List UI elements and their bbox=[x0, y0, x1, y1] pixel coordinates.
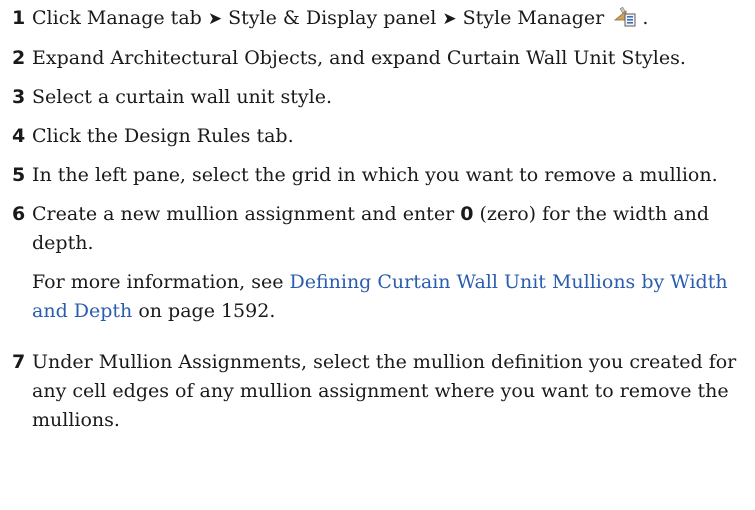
arrow-icon: ➤ bbox=[207, 9, 223, 29]
step-text: Expand Architectural Objects, and expand… bbox=[32, 47, 686, 69]
step-text: Select a curtain wall unit style. bbox=[32, 86, 333, 108]
step-number: 6 bbox=[12, 203, 26, 225]
step-text: In the left pane, select the grid in whi… bbox=[32, 164, 718, 186]
step-number: 5 bbox=[12, 164, 26, 186]
more-info-note: For more information, see Defining Curta… bbox=[32, 268, 752, 326]
step-text: Under Mullion Assignments, select the mu… bbox=[32, 351, 737, 431]
step-1-style-manager: Style Manager bbox=[462, 7, 605, 29]
step-number: 2 bbox=[12, 47, 26, 69]
step-number: 7 bbox=[12, 351, 26, 373]
step-3: 3 Select a curtain wall unit style. bbox=[12, 83, 752, 112]
note-text-after: on page 1592. bbox=[132, 300, 276, 322]
step-number: 3 bbox=[12, 86, 26, 108]
style-manager-icon bbox=[614, 6, 636, 27]
arrow-icon: ➤ bbox=[442, 9, 457, 29]
step-number: 1 bbox=[12, 7, 26, 29]
step-1-period: . bbox=[642, 7, 649, 29]
step-6: 6 Create a new mullion assignment and en… bbox=[12, 200, 752, 326]
step-text: Click the Design Rules tab. bbox=[32, 125, 294, 147]
step-1: 1 Click Manage tab ➤ Style & Display pan… bbox=[12, 4, 752, 34]
step-number: 4 bbox=[12, 125, 26, 147]
step-text-before: Create a new mullion assignment and ente… bbox=[32, 203, 461, 225]
note-text-before: For more information, see bbox=[32, 271, 290, 293]
step-2: 2 Expand Architectural Objects, and expa… bbox=[12, 44, 752, 73]
step-4: 4 Click the Design Rules tab. bbox=[12, 122, 752, 151]
procedure-steps: 1 Click Manage tab ➤ Style & Display pan… bbox=[12, 4, 752, 445]
step-5: 5 In the left pane, select the grid in w… bbox=[12, 161, 752, 190]
zero-value: 0 bbox=[460, 203, 474, 225]
step-1-manage-tab: Click Manage tab bbox=[32, 7, 202, 29]
step-7: 7 Under Mullion Assignments, select the … bbox=[12, 348, 752, 435]
step-1-panel: Style & Display panel bbox=[228, 7, 437, 29]
